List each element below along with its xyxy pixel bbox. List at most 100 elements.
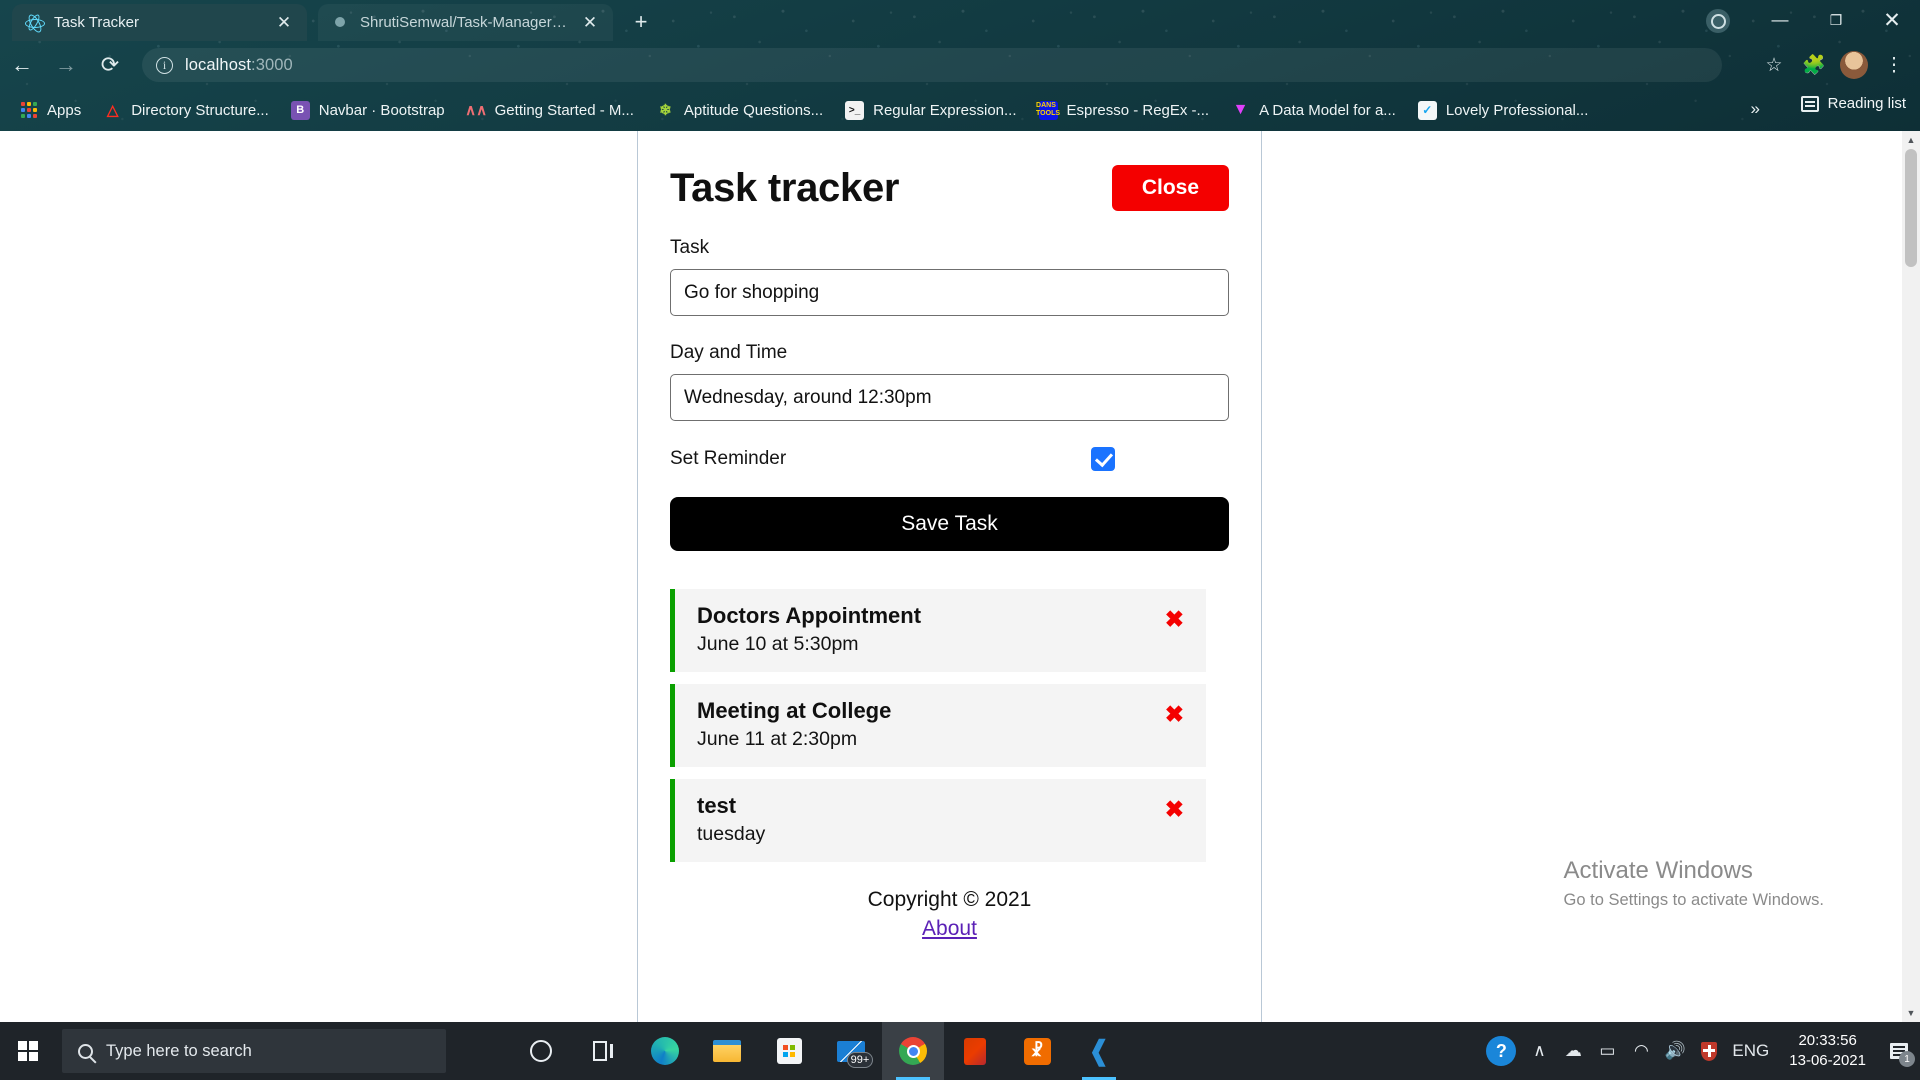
bookmarks-bar: Apps △ Directory Structure... B Navbar ·… xyxy=(0,89,1920,131)
task-view-icon[interactable] xyxy=(572,1022,634,1080)
daytime-label: Day and Time xyxy=(670,342,1229,364)
window-close-button[interactable]: ✕ xyxy=(1864,0,1920,40)
profile-badge-icon[interactable] xyxy=(1706,9,1730,33)
page-header: Task tracker Close xyxy=(670,165,1229,211)
url-text: localhost:3000 xyxy=(185,56,293,75)
google-chrome-icon[interactable] xyxy=(882,1022,944,1080)
bookmarks-overflow-icon[interactable]: » xyxy=(1751,99,1760,119)
tab-title: ShrutiSemwal/Task-Manager: An xyxy=(360,14,569,31)
close-button[interactable]: Close xyxy=(1112,165,1229,211)
delete-task-icon[interactable]: ✖ xyxy=(1165,798,1184,821)
tab-close-icon[interactable]: ✕ xyxy=(273,12,295,34)
file-explorer-icon[interactable] xyxy=(696,1022,758,1080)
delete-task-icon[interactable]: ✖ xyxy=(1165,703,1184,726)
github-icon xyxy=(330,13,350,33)
activate-windows-watermark: Activate Windows Go to Settings to activ… xyxy=(1564,857,1824,910)
task-input[interactable] xyxy=(670,269,1229,316)
help-icon[interactable]: ? xyxy=(1486,1036,1516,1066)
lpu-icon: ✓ xyxy=(1418,101,1437,120)
watermark-line2: Go to Settings to activate Windows. xyxy=(1564,891,1824,910)
notification-center-icon[interactable]: 1 xyxy=(1886,1038,1912,1064)
browser-tab-inactive[interactable]: ShrutiSemwal/Task-Manager: An ✕ xyxy=(318,4,613,41)
start-button[interactable] xyxy=(0,1022,56,1080)
reload-icon[interactable]: ⟳ xyxy=(88,43,132,87)
daytime-input[interactable] xyxy=(670,374,1229,421)
wifi-icon[interactable]: ◠ xyxy=(1630,1041,1652,1061)
bookmark-label: A Data Model for a... xyxy=(1259,102,1396,119)
cortana-icon[interactable] xyxy=(510,1022,572,1080)
scroll-up-icon[interactable]: ▲ xyxy=(1902,131,1920,149)
bookmark-data-model[interactable]: ▼ A Data Model for a... xyxy=(1222,97,1405,124)
bookmark-label: Directory Structure... xyxy=(131,102,269,119)
minimize-button[interactable]: — xyxy=(1752,0,1808,40)
bookmark-navbar-bootstrap[interactable]: B Navbar · Bootstrap xyxy=(282,97,454,124)
delete-task-icon[interactable]: ✖ xyxy=(1165,608,1184,631)
microsoft-edge-icon[interactable] xyxy=(634,1022,696,1080)
task-item-name: Doctors Appointment xyxy=(697,603,1188,629)
task-item-time: June 11 at 2:30pm xyxy=(697,728,1188,751)
bookmark-apps[interactable]: Apps xyxy=(10,97,90,124)
maximize-button[interactable]: ❐ xyxy=(1808,0,1864,40)
new-tab-button[interactable]: + xyxy=(628,10,654,36)
browser-toolbar: ← → ⟳ i localhost:3000 xyxy=(0,41,1920,89)
office-icon[interactable] xyxy=(944,1022,1006,1080)
avatar[interactable] xyxy=(1836,47,1872,83)
page-viewport: Task tracker Close Task Day and Time Set… xyxy=(0,131,1920,1022)
extensions-icon[interactable]: 🧩 xyxy=(1796,47,1832,83)
shield-icon[interactable] xyxy=(1698,1042,1720,1061)
battery-icon[interactable]: ▭ xyxy=(1596,1041,1618,1061)
system-tray: ? ∧ ☁ ▭ ◠ 🔊 ENG 20:33:56 13-06-2021 1 xyxy=(1486,1022,1920,1080)
reminder-checkbox[interactable] xyxy=(1091,447,1115,471)
bookmark-star-icon[interactable]: ☆ xyxy=(1756,47,1792,83)
toolbar-right-icons: ☆ 🧩 ⋮ xyxy=(1756,41,1912,89)
scroll-down-icon[interactable]: ▼ xyxy=(1902,1004,1920,1022)
copyright-text: Copyright © 2021 xyxy=(670,888,1229,912)
save-task-button[interactable]: Save Task xyxy=(670,497,1229,551)
bookmark-espresso-regex[interactable]: DANSTOOLS Espresso - RegEx -... xyxy=(1030,97,1219,124)
bookmark-label: Espresso - RegEx -... xyxy=(1067,102,1210,119)
reminder-label: Set Reminder xyxy=(670,448,786,470)
url-host: localhost xyxy=(185,56,251,74)
tab-close-icon[interactable]: ✕ xyxy=(579,12,601,34)
scrollbar-thumb[interactable] xyxy=(1905,149,1917,267)
daytime-field-group: Day and Time xyxy=(670,342,1229,421)
bookmark-directory-structure[interactable]: △ Directory Structure... xyxy=(94,97,278,124)
address-bar[interactable]: i localhost:3000 xyxy=(142,48,1722,82)
task-item[interactable]: test tuesday ✖ xyxy=(670,779,1206,862)
onedrive-icon[interactable]: ☁ xyxy=(1562,1041,1584,1061)
tray-overflow-icon[interactable]: ∧ xyxy=(1528,1041,1550,1061)
back-icon[interactable]: ← xyxy=(0,43,44,87)
browser-menu-icon[interactable]: ⋮ xyxy=(1876,47,1912,83)
tab-strip: Task Tracker ✕ ShrutiSemwal/Task-Manager… xyxy=(0,0,1920,41)
bookmark-getting-started[interactable]: ∧∧ Getting Started - M... xyxy=(458,97,643,124)
mail-icon[interactable]: 99+ xyxy=(820,1022,882,1080)
search-icon xyxy=(78,1044,93,1059)
bookmark-aptitude-questions[interactable]: ❄ Aptitude Questions... xyxy=(647,97,832,124)
about-link[interactable]: About xyxy=(922,917,977,941)
bookmark-regular-expression[interactable]: >_ Regular Expression... xyxy=(836,97,1025,124)
task-item[interactable]: Meeting at College June 11 at 2:30pm ✖ xyxy=(670,684,1206,767)
leaf-icon: ❄ xyxy=(656,101,675,120)
laravel-icon: △ xyxy=(103,101,122,120)
page-scrollbar[interactable]: ▲ ▼ xyxy=(1902,131,1920,1022)
mail-badge: 99+ xyxy=(847,1052,873,1068)
vertabelo-icon: ▼ xyxy=(1231,101,1250,120)
site-info-icon[interactable]: i xyxy=(156,57,173,74)
taskbar-clock[interactable]: 20:33:56 13-06-2021 xyxy=(1789,1031,1866,1072)
task-label: Task xyxy=(670,237,1229,259)
reminder-checkbox-wrap[interactable] xyxy=(1091,447,1115,471)
windows-taskbar: Type here to search xyxy=(0,1022,1920,1080)
browser-tab-active[interactable]: Task Tracker ✕ xyxy=(12,4,307,41)
microsoft-store-icon[interactable] xyxy=(758,1022,820,1080)
task-item[interactable]: Doctors Appointment June 10 at 5:30pm ✖ xyxy=(670,589,1206,672)
xampp-icon[interactable]: ☧ xyxy=(1006,1022,1068,1080)
bookmark-lovely-professional[interactable]: ✓ Lovely Professional... xyxy=(1409,97,1598,124)
language-indicator[interactable]: ENG xyxy=(1732,1041,1769,1061)
volume-icon[interactable]: 🔊 xyxy=(1664,1041,1686,1061)
taskbar-search[interactable]: Type here to search xyxy=(62,1029,446,1073)
vs-code-icon[interactable]: ❰ xyxy=(1068,1022,1130,1080)
bootstrap-icon: B xyxy=(291,101,310,120)
reading-list-button[interactable]: Reading list xyxy=(1801,95,1906,112)
bookmark-label: Regular Expression... xyxy=(873,102,1016,119)
forward-icon[interactable]: → xyxy=(44,43,88,87)
